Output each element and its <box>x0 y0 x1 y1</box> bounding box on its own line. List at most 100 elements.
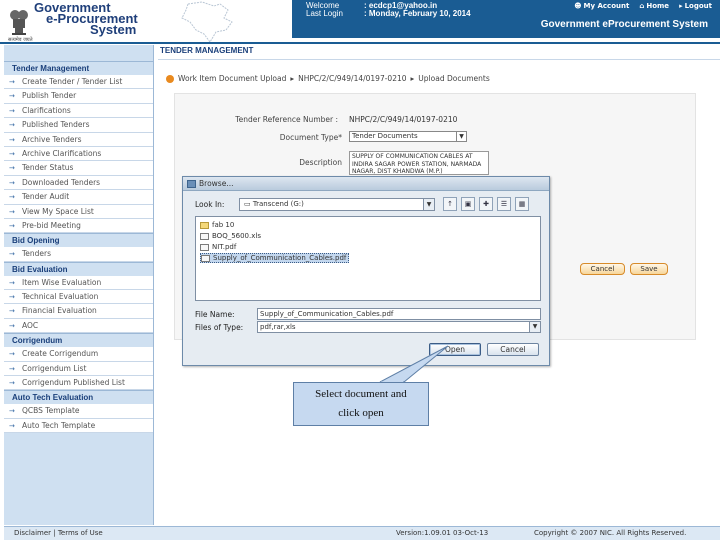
sidebar-item-label: Downloaded Tenders <box>22 177 101 187</box>
user-icon: ☻ <box>574 2 582 10</box>
sidebar-item-label: Published Tenders <box>22 120 90 130</box>
doc-type-label: Document Type* <box>279 133 342 142</box>
home-label: Home <box>646 2 670 10</box>
arrow-right-icon: → <box>9 78 15 86</box>
sidebar-item[interactable]: → Clarifications <box>4 103 153 119</box>
file-icon <box>200 232 209 240</box>
sidebar-item-label: Archive Clarifications <box>22 148 102 158</box>
arrow-right-icon: → <box>9 193 15 202</box>
look-in-value: Transcend (G:) <box>252 200 304 208</box>
breadcrumb-item-3: Upload Documents <box>418 74 490 83</box>
arrow-right-icon: → <box>9 421 15 430</box>
lastlogin-label: Last Login <box>306 9 343 18</box>
breadcrumb-item-2: NHPC/2/C/949/14/0197-0210 <box>298 74 407 83</box>
sidebar-item[interactable]: → Archive Tenders <box>4 132 153 147</box>
file-name: Supply_of_Communication_Cables.pdf <box>213 254 347 262</box>
sidebar-item-label: Auto Tech Template <box>22 420 96 430</box>
file-list-item[interactable]: Supply_of_Communication_Cables.pdf <box>200 253 350 263</box>
sidebar-item[interactable]: → Item Wise Evaluation <box>4 275 153 291</box>
description-label: Description <box>299 158 342 167</box>
sidebar-item[interactable]: → Archive Clarifications <box>4 146 153 162</box>
logout-label: Logout <box>684 2 712 10</box>
sidebar-item-label: QCBS Template <box>22 406 80 416</box>
sidebar-item[interactable]: → Downloaded Tenders <box>4 175 153 191</box>
sidebar-item-label: Archive Tenders <box>22 134 82 144</box>
sidebar-item[interactable]: → Financial Evaluation <box>4 304 153 319</box>
file-list-item[interactable]: NIT.pdf <box>200 242 236 252</box>
file-list-item[interactable]: BOQ_5600.xls <box>200 231 261 241</box>
file-list-item[interactable]: fab 10 <box>200 220 234 230</box>
file-name-label: File Name: <box>195 310 235 319</box>
sidebar-item-label: Create Corrigendum <box>22 349 99 359</box>
sidebar-item[interactable]: → Create Tender / Tender List <box>4 75 153 90</box>
arrow-right-icon: → <box>9 92 15 101</box>
dialog-cancel-button[interactable]: Cancel <box>487 343 539 356</box>
sidebar-item[interactable]: → Pre-bid Meeting <box>4 218 153 234</box>
sidebar-item-label: View My Space List <box>22 206 94 216</box>
arrow-right-icon: → <box>9 350 15 359</box>
list-view-icon[interactable]: ☰ <box>497 197 511 211</box>
page-header: Government e-Procurement System सत्यमेव … <box>0 0 720 43</box>
sidebar-item[interactable]: → Technical Evaluation <box>4 290 153 305</box>
arrow-right-icon: → <box>9 207 15 216</box>
sidebar-item[interactable]: → Corrigendum Published List <box>4 376 153 391</box>
sidebar-item[interactable]: → Auto Tech Template <box>4 418 153 434</box>
my-account-link[interactable]: ☻ My Account <box>574 2 629 10</box>
arrow-right-icon: → <box>9 307 15 316</box>
arrow-right-icon: → <box>9 293 15 302</box>
up-folder-icon[interactable]: ↑ <box>443 197 457 211</box>
sidebar-item[interactable]: → Published Tenders <box>4 118 153 133</box>
sidebar-item[interactable]: → QCBS Template <box>4 404 153 419</box>
sidebar-section-heading: Corrigendum <box>4 333 153 348</box>
section-title: TENDER MANAGEMENT <box>158 46 720 60</box>
india-map-icon <box>181 1 233 43</box>
doc-type-select[interactable]: Tender Documents ▼ <box>349 131 467 142</box>
logout-icon: ▸ <box>679 2 683 10</box>
header-divider <box>0 42 720 44</box>
sidebar-item[interactable]: → Corrigendum List <box>4 361 153 377</box>
files-of-type-value: pdf,rar,xls <box>260 323 296 331</box>
user-info-bar: Welcome : ecdcp1@yahoo.in Last Login : M… <box>292 0 720 38</box>
sidebar-item[interactable]: → View My Space List <box>4 204 153 219</box>
arrow-right-icon: → <box>9 321 15 330</box>
sidebar-section-heading: Bid Evaluation <box>4 261 153 276</box>
my-account-label: My Account <box>583 2 630 10</box>
breadcrumb-separator-icon: ▸ <box>290 74 295 83</box>
callout-line-1: Select document and <box>315 388 407 400</box>
sidebar-item-label: AOC <box>22 320 39 330</box>
sidebar-item-label: Financial Evaluation <box>22 306 97 316</box>
tender-ref-label: Tender Reference Number : <box>235 115 338 124</box>
dialog-titlebar[interactable]: Browse... <box>183 177 549 191</box>
file-name-input[interactable]: Supply_of_Communication_Cables.pdf <box>257 308 541 320</box>
sidebar-item[interactable]: → Tenders <box>4 247 153 262</box>
lastlogin-value: : Monday, February 10, 2014 <box>364 9 471 18</box>
files-of-type-select[interactable]: pdf,rar,xls ▼ <box>257 321 541 333</box>
file-list: fab 10 BOQ_5600.xls NIT.pdf Supply_of_Commu… <box>195 216 541 301</box>
look-in-select[interactable]: ▭ Transcend (G:) ▼ <box>239 198 435 211</box>
save-button[interactable]: Save <box>630 263 668 275</box>
new-folder-icon[interactable]: ✚ <box>479 197 493 211</box>
logout-link[interactable]: ▸ Logout <box>679 2 712 10</box>
breadcrumb: Work Item Document Upload ▸ NHPC/2/C/949… <box>166 74 490 83</box>
sidebar-item-label: Corrigendum Published List <box>22 378 125 388</box>
breadcrumb-item-1[interactable]: Work Item Document Upload <box>178 74 286 83</box>
sidebar-item[interactable]: → Create Corrigendum <box>4 347 153 362</box>
sidebar-item-label: Clarifications <box>22 105 71 115</box>
sidebar-item[interactable]: → Publish Tender <box>4 89 153 104</box>
description-textarea[interactable]: SUPPLY OF COMMUNICATION CABLES AT INDIRA… <box>349 151 489 175</box>
sidebar-item[interactable]: → Tender Status <box>4 161 153 176</box>
drive-icon: ▭ <box>244 200 251 208</box>
open-button[interactable]: Open <box>429 343 481 356</box>
arrow-right-icon: → <box>9 106 15 115</box>
details-view-icon[interactable]: ▦ <box>515 197 529 211</box>
footer-links[interactable]: Disclaimer | Terms of Use <box>14 527 103 540</box>
dialog-title: Browse... <box>199 179 234 188</box>
sidebar-item[interactable]: → Tender Audit <box>4 190 153 205</box>
sidebar-item[interactable]: → AOC <box>4 318 153 334</box>
file-name: NIT.pdf <box>212 243 237 251</box>
desktop-icon[interactable]: ▣ <box>461 197 475 211</box>
cancel-button[interactable]: Cancel <box>580 263 625 275</box>
look-in-label: Look In: <box>195 200 225 209</box>
arrow-right-icon: → <box>9 164 15 173</box>
home-link[interactable]: ⌂ Home <box>639 2 669 10</box>
